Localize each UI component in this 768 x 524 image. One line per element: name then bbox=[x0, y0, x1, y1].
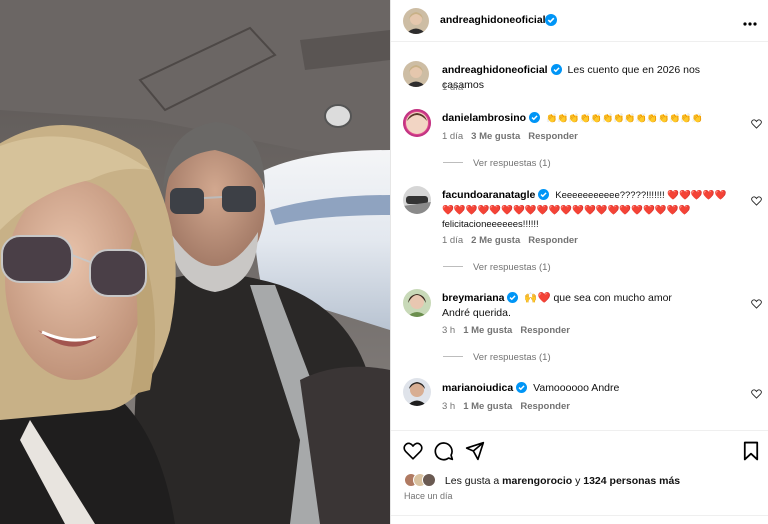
post-actions: Les gusta a marengorocio y 1324 personas… bbox=[391, 430, 768, 524]
verified-badge-icon bbox=[507, 292, 519, 307]
verified-badge-icon bbox=[550, 64, 562, 79]
caption-author-avatar[interactable] bbox=[403, 61, 429, 87]
liker-avatars bbox=[404, 473, 438, 487]
comment-time: 3 h bbox=[442, 325, 456, 336]
verified-badge-icon bbox=[529, 112, 541, 127]
commenter-avatar[interactable] bbox=[403, 186, 431, 214]
comment-likes[interactable]: 3 Me gusta bbox=[471, 131, 520, 142]
comment-likes[interactable]: 1 Me gusta bbox=[463, 401, 512, 412]
post-detail-panel: andreaghidoneoficial andreaghidoneoficia… bbox=[390, 0, 768, 524]
commenter-username[interactable]: marianoiudica bbox=[442, 382, 513, 394]
likes-connector: y bbox=[575, 475, 581, 487]
comment-time: 3 h bbox=[442, 401, 456, 412]
heart-outline-icon[interactable] bbox=[403, 442, 423, 465]
post-photo bbox=[0, 0, 390, 524]
likes-prefix: Les gusta a bbox=[444, 475, 500, 487]
likes-summary[interactable]: Les gusta a marengorocio y 1324 personas… bbox=[404, 473, 680, 487]
heart-outline-icon[interactable] bbox=[751, 116, 762, 134]
paper-plane-icon[interactable] bbox=[465, 441, 485, 466]
commenter-avatar[interactable] bbox=[403, 378, 431, 406]
comment-time: 1 día bbox=[442, 131, 464, 142]
comment-text: Vamoooooo Andre bbox=[533, 382, 620, 394]
replies-divider bbox=[443, 266, 463, 267]
commenter-username[interactable]: danielambrosino bbox=[442, 112, 526, 124]
verified-badge-icon bbox=[538, 189, 550, 204]
more-options-icon[interactable] bbox=[743, 13, 757, 29]
comment-likes[interactable]: 1 Me gusta bbox=[463, 325, 512, 336]
commenter-username[interactable]: facundoaranatagle bbox=[442, 189, 535, 201]
comments-list: andreaghidoneoficial Les cuento que en 2… bbox=[391, 42, 768, 430]
comment-text: 👏👏👏👏👏👏👏👏👏👏👏👏👏👏 bbox=[545, 113, 703, 123]
view-replies-button[interactable]: Ver respuestas (1) bbox=[443, 262, 551, 273]
likes-others-count[interactable]: 1324 personas más bbox=[583, 475, 680, 487]
heart-outline-icon[interactable] bbox=[751, 193, 762, 211]
view-replies-label: Ver respuestas (1) bbox=[473, 352, 551, 363]
post-timestamp[interactable]: Hace un día bbox=[404, 491, 453, 501]
heart-outline-icon[interactable] bbox=[751, 296, 762, 314]
view-replies-button[interactable]: Ver respuestas (1) bbox=[443, 158, 551, 169]
view-replies-label: Ver respuestas (1) bbox=[473, 262, 551, 273]
author-username[interactable]: andreaghidoneoficial bbox=[440, 14, 546, 26]
comment-likes[interactable]: 2 Me gusta bbox=[471, 235, 520, 246]
verified-badge-icon bbox=[516, 382, 528, 397]
reply-button[interactable]: Responder bbox=[528, 235, 578, 246]
replies-divider bbox=[443, 356, 463, 357]
divider bbox=[391, 515, 768, 516]
author-avatar[interactable] bbox=[403, 8, 429, 34]
comment-bubble-icon[interactable] bbox=[434, 441, 454, 466]
comment-time: 1 día bbox=[442, 235, 464, 246]
commenter-username[interactable]: breymariana bbox=[442, 292, 504, 304]
replies-divider bbox=[443, 162, 463, 163]
view-replies-button[interactable]: Ver respuestas (1) bbox=[443, 352, 551, 363]
caption-username[interactable]: andreaghidoneoficial bbox=[442, 64, 548, 76]
reply-button[interactable]: Responder bbox=[520, 401, 570, 412]
caption-time: 1 día bbox=[442, 82, 464, 93]
post-header: andreaghidoneoficial bbox=[391, 0, 768, 42]
view-replies-label: Ver respuestas (1) bbox=[473, 158, 551, 169]
heart-outline-icon[interactable] bbox=[751, 386, 762, 404]
reply-button[interactable]: Responder bbox=[528, 131, 578, 142]
verified-badge-icon bbox=[545, 13, 557, 31]
bookmark-icon[interactable] bbox=[743, 441, 759, 466]
commenter-avatar[interactable] bbox=[403, 109, 431, 137]
reply-button[interactable]: Responder bbox=[520, 325, 570, 336]
commenter-avatar[interactable] bbox=[403, 289, 431, 317]
liker-username[interactable]: marengorocio bbox=[502, 475, 572, 487]
